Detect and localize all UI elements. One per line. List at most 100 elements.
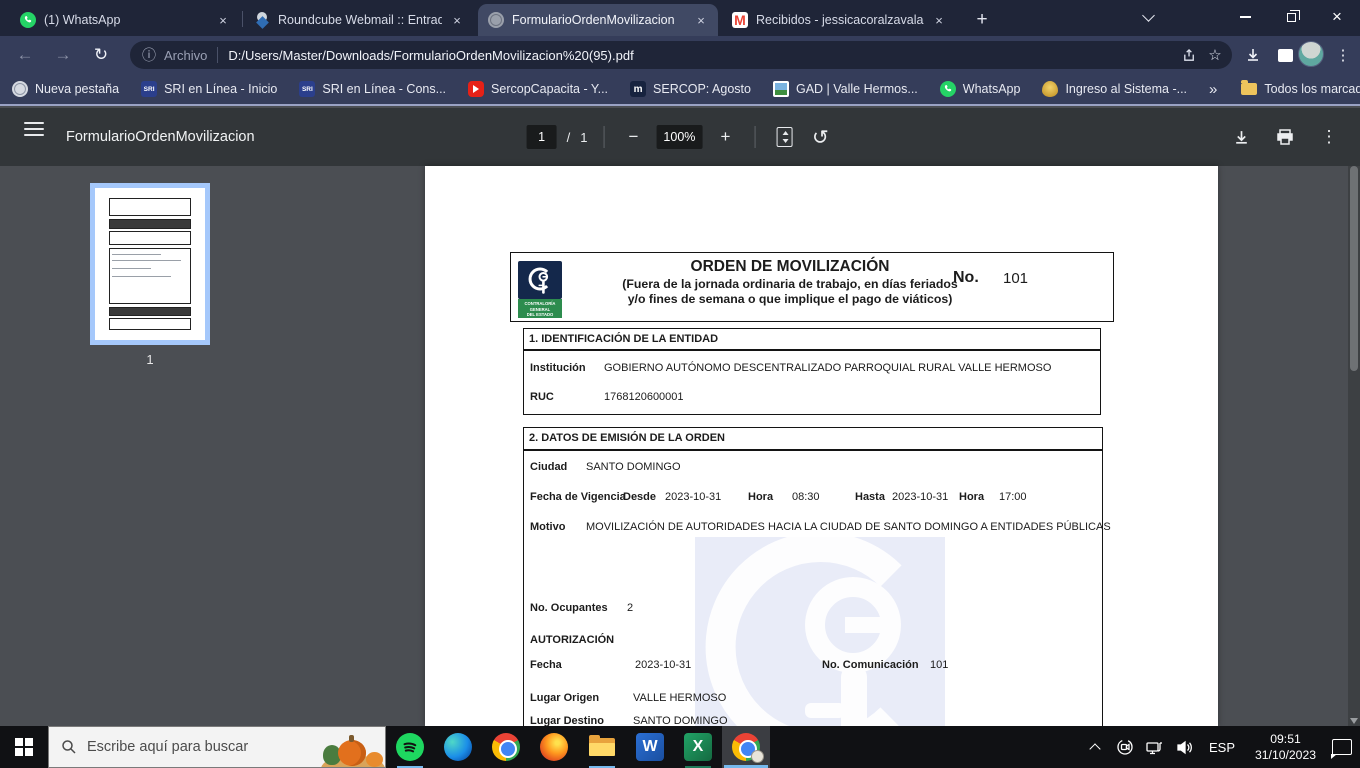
meet-now-button[interactable] [1113,726,1137,768]
bookmarks-bar: Nueva pestaña SRI SRI en Línea - Inicio … [0,74,1360,106]
bookmark-ingreso-sistema[interactable]: Ingreso al Sistema -... [1042,81,1187,97]
section1-title: 1. IDENTIFICACIÓN DE LA ENTIDAD [529,333,718,345]
taskbar-edge[interactable] [434,726,482,768]
language-indicator[interactable]: ESP [1203,740,1241,755]
chrome-badge [751,750,764,763]
tab-gmail[interactable]: M Recibidos - jessicacoralzavala@g × [722,4,956,36]
bookmark-label: GAD | Valle Hermos... [796,82,918,96]
network-button[interactable] [1143,726,1167,768]
bookmark-nueva-pestana[interactable]: Nueva pestaña [12,81,119,97]
bookmarks-overflow-chevron[interactable]: » [1209,81,1217,98]
word-icon: W [636,733,664,761]
side-panel-button[interactable] [1272,42,1298,68]
bookmark-whatsapp[interactable]: WhatsApp [940,81,1021,97]
chevron-down-icon [1142,9,1155,22]
share-icon[interactable] [1176,42,1202,68]
globe-icon [12,81,28,97]
action-center-button[interactable] [1330,726,1354,768]
restore-button[interactable] [1268,0,1314,34]
bookmark-sercopcapacita[interactable]: SercopCapacita - Y... [468,81,608,97]
ruc-value: 1768120600001 [604,391,684,403]
minimize-button[interactable] [1222,0,1268,34]
page-total: 1 [580,130,587,145]
zoom-in-button[interactable]: + [712,124,738,150]
fit-page-icon [776,127,792,147]
clock-date: 31/10/2023 [1255,747,1316,763]
back-button[interactable]: ← [12,42,38,68]
fit-page-button[interactable] [771,124,797,150]
taskbar-chrome-active[interactable] [722,726,770,768]
taskbar-word[interactable]: W [626,726,674,768]
pdf-document-title: FormularioOrdenMovilizacion [66,129,255,145]
section2-body-box: Ciudad SANTO DOMINGO Fecha de Vigencia D… [523,450,1103,726]
bookmark-label: SRI en Línea - Cons... [322,82,446,96]
close-icon[interactable]: × [448,11,466,29]
divider [754,126,755,148]
zoom-out-button[interactable]: − [620,124,646,150]
address-bar[interactable]: ⓘ Archivo D:/Users/Master/Downloads/Form… [130,41,1232,69]
close-icon[interactable]: × [692,11,710,29]
viewer-scrollbar[interactable] [1348,166,1360,726]
taskbar-firefox[interactable] [530,726,578,768]
taskbar-search-box[interactable]: Escribe aquí para buscar [48,726,386,768]
bookmark-sercop-agosto[interactable]: m SERCOP: Agosto [630,81,751,97]
taskbar-excel[interactable]: X [674,726,722,768]
volume-button[interactable] [1173,726,1197,768]
close-icon[interactable]: × [930,11,948,29]
tab-roundcube[interactable]: Roundcube Webmail :: Entrada × [244,4,474,36]
destino-value: SANTO DOMINGO [633,715,728,726]
forward-button[interactable]: → [50,42,76,68]
page-separator: / [567,130,571,145]
rotate-button[interactable]: ↺ [807,124,833,150]
firefox-icon [540,733,568,761]
divider [603,126,604,148]
destino-label: Lugar Destino [530,715,604,726]
close-icon: × [1332,7,1342,27]
page-number-input[interactable]: 1 [527,125,557,149]
tab-search-button[interactable] [1125,0,1171,34]
tab-formulario-active[interactable]: FormularioOrdenMovilizacion × [478,4,718,36]
comunicacion-value: 101 [930,659,948,671]
reload-button[interactable]: ↻ [88,42,114,68]
folder-icon [1241,83,1257,95]
all-bookmarks-button[interactable]: Todos los marcadores [1241,82,1360,96]
search-icon [61,739,77,755]
browser-menu-button[interactable]: ⋮ [1330,42,1356,68]
taskbar-clock[interactable]: 09:51 31/10/2023 [1247,731,1324,764]
new-tab-button[interactable]: + [968,6,996,34]
start-button[interactable] [0,726,48,768]
tab-whatsapp[interactable]: (1) WhatsApp × [10,4,240,36]
pdf-more-options-button[interactable]: ⋮ [1316,124,1342,150]
taskbar-spotify[interactable] [386,726,434,768]
bookmark-sri-inicio[interactable]: SRI SRI en Línea - Inicio [141,81,277,97]
fecha-value: 2023-10-31 [635,659,691,671]
origen-value: VALLE HERMOSO [633,692,726,704]
bookmark-star-icon[interactable]: ☆ [1202,42,1228,68]
pdf-download-button[interactable] [1228,124,1254,150]
scrollbar-down-arrow[interactable] [1350,718,1358,724]
downloads-button[interactable] [1240,42,1266,68]
close-window-button[interactable]: × [1314,0,1360,34]
scrollbar-thumb[interactable] [1350,166,1358,371]
hasta-label: Hasta [855,491,885,503]
cge-logo-caption: CONTRALORÍA GENERAL DEL ESTADO [518,299,562,318]
pdf-menu-button[interactable] [24,122,44,136]
page-thumbnail[interactable] [90,183,210,345]
tray-chevron-up-button[interactable] [1083,726,1107,768]
taskbar-chrome[interactable] [482,726,530,768]
edge-icon [444,733,472,761]
zoom-level-input[interactable]: 100% [656,125,702,149]
info-icon[interactable]: ⓘ [142,45,156,65]
bookmark-gad-valle-hermoso[interactable]: GAD | Valle Hermos... [773,81,918,97]
section1-body-box: Institución GOBIERNO AUTÓNOMO DESCENTRAL… [523,350,1101,415]
profile-avatar[interactable] [1298,41,1324,67]
pdf-print-button[interactable] [1272,124,1298,150]
taskbar-file-explorer[interactable] [578,726,626,768]
tab-separator [242,11,243,27]
minimize-icon [1240,16,1251,18]
chevron-up-icon [1089,743,1100,754]
bookmark-sri-consultas[interactable]: SRI SRI en Línea - Cons... [299,81,446,97]
close-icon[interactable]: × [214,11,232,29]
url-text[interactable]: D:/Users/Master/Downloads/FormularioOrde… [228,48,1176,63]
windows-taskbar: Escribe aquí para buscar W X [0,726,1360,768]
